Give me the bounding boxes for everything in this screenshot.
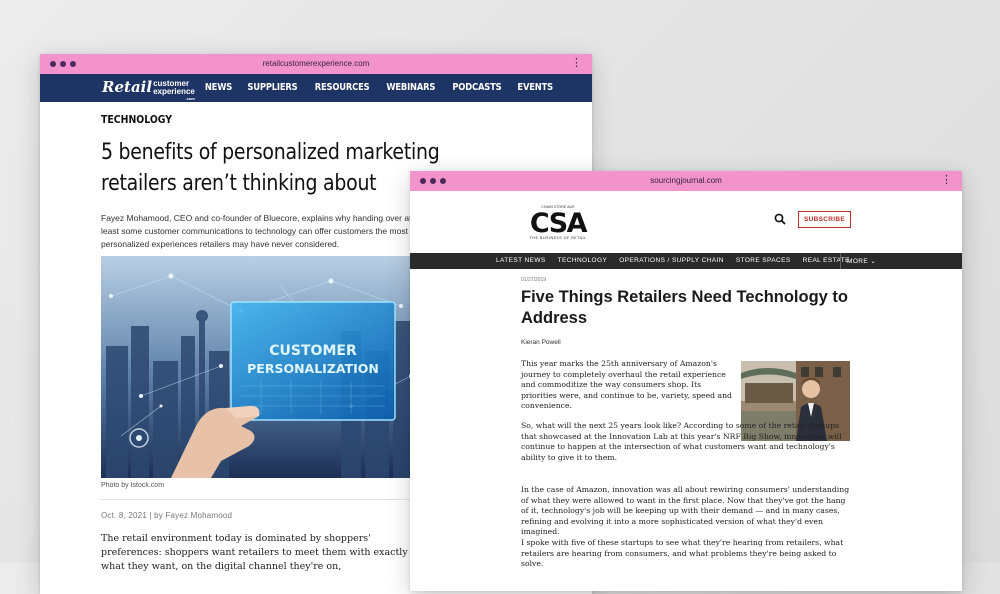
nav-item-real-estate[interactable]: REAL ESTATE (803, 257, 850, 264)
subscribe-button[interactable]: SUBSCRIBE (798, 211, 851, 228)
nav-item-resources[interactable]: RESOURCES (315, 82, 370, 93)
site-header: Retail customer experience .com NEWS SUPPLI… (40, 74, 592, 102)
main-nav: LATEST NEWS TECHNOLOGY OPERATIONS / SUPP… (410, 253, 962, 269)
nav-item-store-spaces[interactable]: STORE SPACES (736, 257, 791, 264)
nav-separator (840, 253, 841, 269)
address-bar-url[interactable]: sourcingjournal.com (410, 176, 962, 185)
browser-chrome: sourcingjournal.com ⋮ (410, 171, 962, 191)
article-author[interactable]: Kieran Powell (521, 339, 561, 346)
search-icon[interactable] (774, 213, 786, 225)
article-paragraph: In the case of Amazon, innovation was al… (521, 485, 850, 537)
browser-window-sourcingjournal: sourcingjournal.com ⋮ CHAIN STORE AGE CS… (410, 171, 962, 591)
nav-item-events[interactable]: EVENTS (517, 82, 553, 93)
nav-item-webinars[interactable]: WEBINARS (386, 82, 435, 93)
article-hero-image: CUSTOMER PERSONALIZATION (101, 256, 421, 478)
article-body: The retail environment today is dominate… (101, 533, 408, 572)
nav-item-latest-news[interactable]: LATEST NEWS (496, 257, 546, 264)
hero-text-customer: CUSTOMER (269, 343, 357, 359)
article-date: 01/27/2019 (521, 277, 547, 283)
photo-credit: Photo by Istock.com (101, 482, 165, 489)
site-logo[interactable]: Retail customer experience .com (102, 78, 195, 101)
nav-item-suppliers[interactable]: SUPPLIERS (247, 82, 297, 93)
chevron-down-icon: ⌄ (870, 258, 877, 265)
article-paragraph: I spoke with five of these startups to s… (521, 538, 844, 569)
article-byline: Oct. 8, 2021 | by Fayez Mohamood (101, 511, 233, 520)
main-nav: NEWS SUPPLIERS RESOURCES WEBINARS PODCAS… (203, 82, 555, 93)
article-title: Five Things Retailers Need Technology to… (521, 288, 849, 327)
article-category[interactable]: TECHNOLOGY (101, 113, 172, 126)
site-header: CHAIN STORE AGE CSA THE BUSINESS OF RETA… (410, 191, 962, 253)
divider (101, 499, 421, 500)
browser-chrome: retailcustomerexperience.com ⋮ (40, 54, 592, 74)
address-bar-url[interactable]: retailcustomerexperience.com (40, 59, 592, 68)
nav-item-news[interactable]: NEWS (205, 82, 232, 93)
nav-item-technology[interactable]: TECHNOLOGY (558, 257, 608, 264)
nav-more-button[interactable]: MORE ⌄ (847, 257, 876, 265)
kebab-menu-icon[interactable]: ⋮ (571, 57, 582, 69)
hero-text-personalization: PERSONALIZATION (247, 361, 379, 376)
article-paragraph: So, what will the next 25 years look lik… (521, 421, 842, 462)
article-paragraph: This year marks the 25th anniversary of … (521, 359, 732, 411)
svg-text:THE BUSINESS OF RETAIL: THE BUSINESS OF RETAIL (528, 235, 587, 240)
kebab-menu-icon[interactable]: ⋮ (941, 174, 952, 186)
site-logo[interactable]: CHAIN STORE AGE CSA THE BUSINESS OF RETA… (520, 203, 596, 241)
article-dek: Fayez Mohamood, CEO and co-founder of Bl… (101, 213, 412, 249)
nav-item-podcasts[interactable]: PODCASTS (452, 82, 501, 93)
nav-item-operations[interactable]: OPERATIONS / SUPPLY CHAIN (619, 257, 724, 264)
